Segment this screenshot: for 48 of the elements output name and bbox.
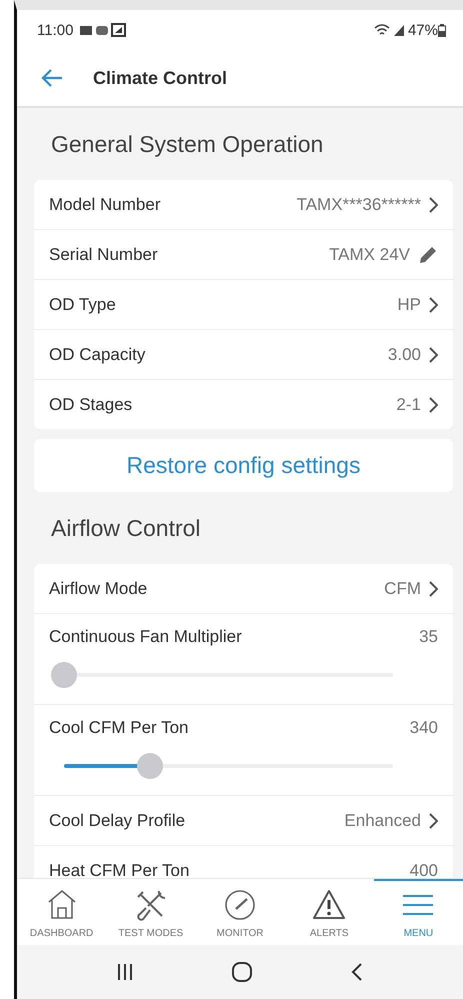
nav-tab[interactable]: ALERTS — [284, 879, 374, 945]
nav-tab[interactable]: TEST MODES — [106, 879, 196, 945]
setting-label: Cool CFM Per Ton — [49, 718, 190, 738]
setting-label: OD Stages — [49, 394, 134, 414]
setting-label: Airflow Mode — [49, 578, 148, 598]
nav-tab[interactable]: MONITOR — [195, 879, 285, 945]
chevron-right-icon[interactable] — [429, 812, 438, 828]
chevron-right-icon[interactable] — [429, 196, 438, 212]
setting-label: Continuous Fan Multiplier — [49, 627, 243, 647]
setting-label: Cool Delay Profile — [49, 810, 186, 830]
section-title: Airflow Control — [50, 514, 202, 542]
pencil-icon[interactable] — [418, 244, 438, 264]
setting-value: TAMX***36****** — [296, 194, 421, 214]
setting-value: 340 — [410, 718, 438, 738]
setting-value: 35 — [419, 627, 438, 647]
home-button-icon[interactable] — [232, 962, 252, 982]
section-title: General System Operation — [50, 130, 324, 159]
setting-label: Model Number — [49, 194, 162, 214]
battery-level: 47% — [408, 22, 438, 38]
back-icon[interactable] — [351, 962, 364, 982]
clock-time: 11:00 — [37, 22, 74, 38]
setting-value: HP — [397, 294, 421, 314]
slider-thumb[interactable] — [136, 753, 163, 779]
slider-thumb[interactable] — [51, 662, 77, 688]
chevron-right-icon[interactable] — [429, 396, 438, 412]
setting-value: 400 — [410, 860, 438, 878]
setting-label: OD Capacity — [49, 344, 146, 364]
setting-value: 2-1 — [396, 394, 421, 414]
chevron-right-icon[interactable] — [429, 296, 438, 312]
chevron-right-icon[interactable] — [429, 346, 438, 362]
setting-value: TAMX 24V — [329, 244, 410, 264]
signal-icon — [392, 23, 405, 37]
setting-label: Serial Number — [49, 244, 159, 264]
wifi-icon — [374, 23, 390, 37]
screen-title: Climate Control — [93, 68, 228, 88]
restore-settings-button[interactable]: Restore config settings — [34, 439, 453, 492]
setting-value: CFM — [384, 578, 421, 598]
setting-label: Heat CFM Per Ton — [49, 860, 190, 878]
back-arrow-icon[interactable] — [41, 69, 63, 87]
gauge-icon — [223, 888, 257, 922]
chevron-right-icon[interactable] — [429, 580, 438, 596]
setting-label: OD Type — [49, 294, 117, 314]
warning-icon — [312, 888, 346, 922]
setting-value: 3.00 — [388, 344, 421, 364]
setting-value: Enhanced — [344, 810, 421, 830]
battery-icon — [438, 24, 446, 36]
nav-tab[interactable]: DASHBOARD — [17, 879, 106, 945]
recent-apps-icon[interactable] — [116, 963, 133, 981]
